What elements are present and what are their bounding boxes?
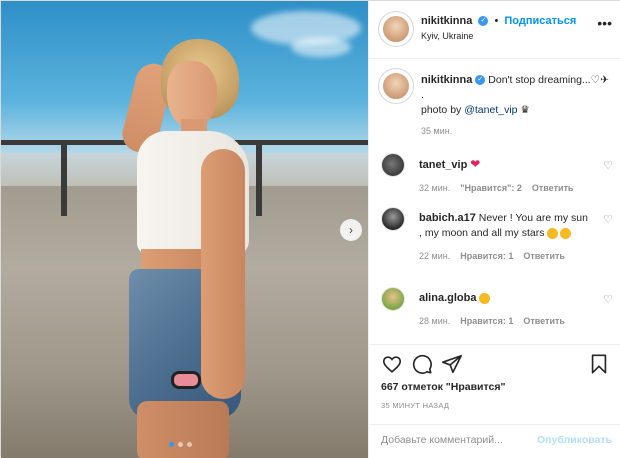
comments-list: nikitkinna ✓ Don't stop dreaming...♡✈ . p…	[369, 59, 620, 344]
add-comment-bar: Опубликовать	[369, 424, 620, 458]
post-actions: 667 отметок "Нравится" 35 МИНУТ НАЗАД	[369, 344, 620, 424]
author-avatar[interactable]	[381, 71, 411, 101]
commenter-avatar[interactable]	[381, 207, 405, 231]
photo-by-label: photo by	[421, 104, 462, 116]
author-avatar[interactable]	[381, 14, 411, 44]
photo-by-link[interactable]: @tanet_vip	[464, 104, 517, 116]
railing-post	[61, 140, 67, 216]
carousel-dot	[187, 442, 192, 447]
comment-likes[interactable]: Нравится: 1	[460, 249, 513, 264]
comment-input[interactable]	[381, 434, 541, 446]
chevron-right-icon: ›	[349, 223, 353, 237]
comment-username[interactable]: babich.a17	[419, 212, 476, 224]
share-icon[interactable]	[441, 353, 463, 375]
follow-button[interactable]: Подписаться	[504, 15, 576, 27]
comment-item: babich.a17 Never ! You are my sun , my m…	[381, 207, 613, 277]
post-timestamp[interactable]: 35 МИНУТ НАЗАД	[381, 401, 449, 410]
publish-button[interactable]: Опубликовать	[537, 434, 612, 446]
post-photo[interactable]: ›	[1, 1, 368, 458]
post-sidebar: nikitkinna ✓ • Подписаться Kyiv, Ukraine…	[368, 1, 620, 458]
ellipsis-icon[interactable]: •••	[597, 15, 612, 31]
comment-item: alina.globa 28 мин. Нравится: 1 Ответить…	[381, 287, 613, 333]
commenter-avatar[interactable]	[381, 287, 405, 311]
like-count[interactable]: 667 отметок "Нравится"	[381, 381, 505, 393]
comment-time[interactable]: 22 мин.	[419, 249, 450, 264]
comment-time[interactable]: 32 мин.	[419, 181, 450, 196]
comment-like-heart-icon[interactable]: ♡	[603, 213, 613, 226]
comment-item: tanet_vip ❤ 32 мин. "Нравится": 2 Ответи…	[381, 153, 613, 199]
post-header: nikitkinna ✓ • Подписаться Kyiv, Ukraine…	[369, 1, 620, 59]
verified-badge-icon: ✓	[475, 75, 486, 86]
crown-icon: ♛	[520, 104, 530, 116]
person-arm	[201, 149, 245, 399]
post-dialog: › nikitkinna ✓ • Подписаться Kyiv, Ukrai…	[0, 0, 620, 458]
author-username[interactable]: nikitkinna	[421, 15, 472, 27]
comment-time[interactable]: 28 мин.	[419, 314, 450, 329]
post-location[interactable]: Kyiv, Ukraine	[421, 31, 473, 41]
bookmark-icon[interactable]	[588, 353, 610, 375]
commenter-avatar[interactable]	[381, 153, 405, 177]
carousel-dot	[178, 442, 183, 447]
carousel-dots	[169, 442, 192, 447]
comment-text: ❤	[470, 157, 481, 171]
carousel-dot	[169, 442, 174, 447]
caption: nikitkinna ✓ Don't stop dreaming...♡✈ . p…	[381, 71, 613, 141]
smile-emoji-icon	[560, 227, 572, 239]
comment-like-heart-icon[interactable]: ♡	[603, 293, 613, 306]
comment-username[interactable]: tanet_vip	[419, 159, 467, 171]
verified-badge-icon: ✓	[478, 16, 489, 27]
caption-dot: .	[421, 89, 424, 101]
person-leg	[137, 401, 229, 458]
bracelet	[171, 371, 201, 389]
cloud	[291, 37, 351, 57]
reply-button[interactable]: Ответить	[532, 181, 574, 196]
carousel-next-button[interactable]: ›	[340, 219, 362, 241]
comment-like-heart-icon[interactable]: ♡	[603, 159, 613, 172]
caption-username[interactable]: nikitkinna	[421, 74, 472, 86]
wink-emoji-icon	[479, 292, 491, 304]
smile-emoji-icon	[547, 227, 559, 239]
comment-username[interactable]: alina.globa	[419, 292, 476, 304]
heart-icon[interactable]	[381, 353, 403, 375]
caption-text: Don't stop dreaming...♡✈	[488, 74, 609, 86]
reply-button[interactable]: Ответить	[523, 249, 565, 264]
comment-likes[interactable]: "Нравится": 2	[460, 181, 522, 196]
comment-icon[interactable]	[411, 353, 433, 375]
comment-likes[interactable]: Нравится: 1	[460, 314, 513, 329]
reply-button[interactable]: Ответить	[523, 314, 565, 329]
railing-post	[256, 140, 262, 216]
caption-time[interactable]: 35 мин.	[421, 124, 452, 139]
